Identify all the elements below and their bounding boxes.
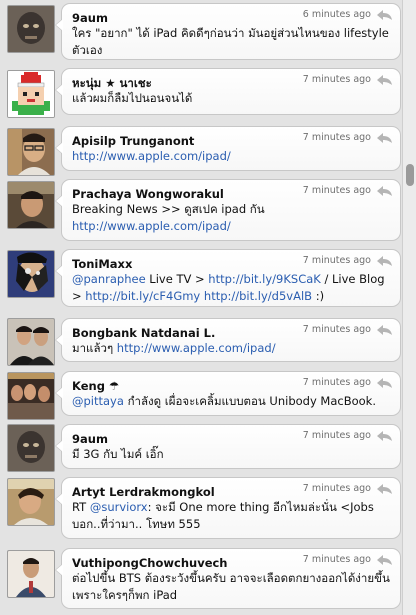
tweet-bubble: Keng ☂ 7 minutes ago @pittaya กำลังดู เผ…: [55, 371, 401, 416]
reply-arrow-icon[interactable]: [377, 484, 392, 494]
tweet-bubble: หะนุ่ม ★ นาเชะ 7 minutes ago แล้วผมก็ลืม…: [55, 68, 401, 115]
timestamp: 7 minutes ago: [302, 554, 371, 565]
timestamp: 7 minutes ago: [302, 74, 371, 85]
tweet-text: @panraphee Live TV > http://bit.ly/9KSCa…: [72, 272, 385, 303]
timestamp: 7 minutes ago: [302, 430, 371, 441]
timestamp: 7 minutes ago: [302, 255, 371, 266]
author-name[interactable]: หะนุ่ม ★ นาเชะ: [72, 76, 152, 90]
tweet-bubble: 9aum 6 minutes ago ใคร "อยาก" ได้ iPad ค…: [55, 3, 401, 60]
url-link[interactable]: http://bit.ly/d5vAlB: [204, 289, 312, 303]
author-name[interactable]: Bongbank Natdanai L.: [72, 326, 215, 340]
tweet-text: @pittaya กำลังดู เผื่อจะเคลิ้มแบบตอน Uni…: [72, 394, 376, 408]
avatar[interactable]: [7, 478, 55, 526]
tweet-text: ต่อไปขึ้น BTS ต้องระวังขึ้นครับ อาจจะเลื…: [72, 571, 390, 602]
tweet-text: Breaking News >> ดูสเปค ipad กัน http://…: [72, 202, 265, 233]
tweet-bubble: Apisilp Trunganont 7 minutes ago http://…: [55, 126, 401, 171]
author-name[interactable]: 9aum: [72, 432, 108, 446]
avatar[interactable]: [7, 128, 55, 176]
url-link[interactable]: http://bit.ly/cF4Gmy: [85, 289, 200, 303]
reply-arrow-icon[interactable]: [377, 431, 392, 441]
tweet-text: http://www.apple.com/ipad/: [72, 148, 392, 165]
url-link[interactable]: http://bit.ly/9KSCaK: [208, 272, 321, 286]
url-link[interactable]: http://www.apple.com/ipad/: [72, 219, 231, 233]
timestamp: 6 minutes ago: [302, 9, 371, 20]
avatar[interactable]: [7, 250, 55, 298]
author-name[interactable]: ToniMaxx: [72, 257, 132, 271]
reply-arrow-icon[interactable]: [377, 378, 392, 388]
avatar[interactable]: [7, 372, 55, 420]
reply-arrow-icon[interactable]: [377, 133, 392, 143]
timeline: 9aum 6 minutes ago ใคร "อยาก" ได้ iPad ค…: [0, 0, 402, 615]
timestamp: 7 minutes ago: [302, 377, 371, 388]
tweet-text: มาแล้วๆ http://www.apple.com/ipad/: [72, 341, 276, 355]
timestamp: 7 minutes ago: [302, 185, 371, 196]
avatar[interactable]: [7, 318, 55, 366]
avatar[interactable]: [7, 181, 55, 229]
tweet-text: ใคร "อยาก" ได้ iPad คิดดีๆก่อนว่า มันอยู…: [72, 26, 389, 57]
reply-arrow-icon[interactable]: [377, 10, 392, 20]
avatar[interactable]: [7, 70, 55, 118]
reply-arrow-icon[interactable]: [377, 325, 392, 335]
avatar[interactable]: [7, 550, 55, 598]
avatar[interactable]: [7, 5, 55, 53]
timestamp: 7 minutes ago: [302, 324, 371, 335]
reply-arrow-icon[interactable]: [377, 186, 392, 196]
mention-link[interactable]: @panraphee: [72, 272, 146, 286]
tweet-text: RT @surviorx: จะมี One more thing อีกไหม…: [72, 500, 374, 531]
author-name[interactable]: Prachaya Wongworakul: [72, 187, 224, 201]
tweet-bubble: Artyt Lerdrakmongkol 7 minutes ago RT @s…: [55, 477, 401, 539]
timestamp: 7 minutes ago: [302, 483, 371, 494]
tweet-text: แล้วผมก็ลืมไปนอนจนได้: [72, 91, 193, 105]
reply-arrow-icon[interactable]: [377, 75, 392, 85]
tweet-bubble: Prachaya Wongworakul 7 minutes ago Break…: [55, 179, 401, 241]
avatar[interactable]: [7, 424, 55, 472]
url-link[interactable]: http://www.apple.com/ipad/: [117, 341, 276, 355]
scroll-thumb[interactable]: [406, 164, 414, 186]
tweet-bubble: VuthipongChowchuvech 7 minutes ago ต่อไป…: [55, 548, 401, 609]
author-name[interactable]: Keng ☂: [72, 379, 119, 393]
author-name[interactable]: Apisilp Trunganont: [72, 134, 194, 148]
author-name[interactable]: 9aum: [72, 11, 108, 25]
tweet-bubble: 9aum 7 minutes ago มี 3G กับ ไมค์ เอิ๊ก: [55, 424, 401, 469]
author-name[interactable]: VuthipongChowchuvech: [72, 556, 228, 570]
url-link[interactable]: http://www.apple.com/ipad/: [72, 149, 231, 163]
reply-arrow-icon[interactable]: [377, 256, 392, 266]
timestamp: 7 minutes ago: [302, 132, 371, 143]
reply-arrow-icon[interactable]: [377, 555, 392, 565]
tweet-bubble: ToniMaxx 7 minutes ago @panraphee Live T…: [55, 249, 401, 307]
tweet-bubble: Bongbank Natdanai L. 7 minutes ago มาแล้…: [55, 318, 401, 362]
scrollbar[interactable]: [402, 0, 416, 615]
author-name[interactable]: Artyt Lerdrakmongkol: [72, 485, 215, 499]
mention-link[interactable]: @surviorx: [90, 500, 148, 514]
mention-link[interactable]: @pittaya: [72, 394, 124, 408]
tweet-text: มี 3G กับ ไมค์ เอิ๊ก: [72, 447, 164, 461]
